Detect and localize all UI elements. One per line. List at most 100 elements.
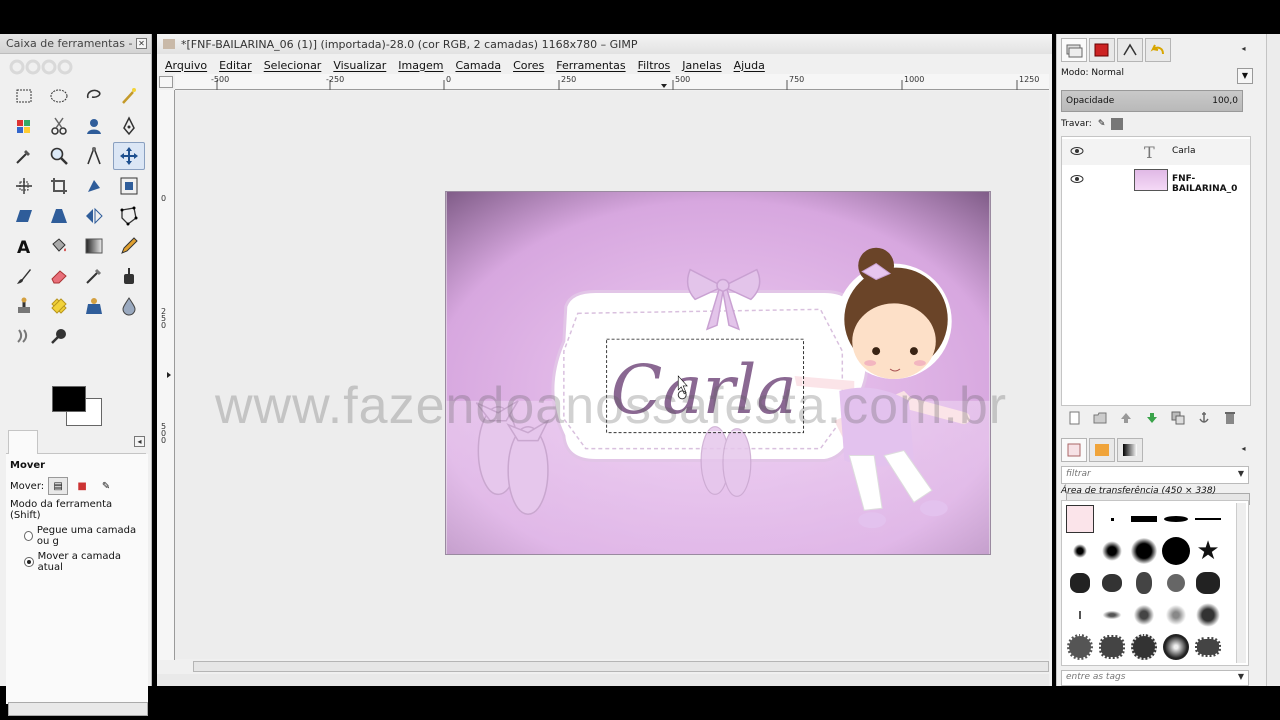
panel-menu-icon[interactable]: ◂: [134, 436, 145, 447]
brush-item[interactable]: [1128, 631, 1160, 663]
menu-visualizar[interactable]: Visualizar: [333, 59, 386, 72]
radio-move-active-layer[interactable]: [24, 557, 34, 567]
brush-item[interactable]: [1128, 535, 1160, 567]
menu-selecionar[interactable]: Selecionar: [264, 59, 322, 72]
brush-item[interactable]: [1064, 535, 1096, 567]
undo-tab-icon[interactable]: [1145, 38, 1171, 62]
layer-row[interactable]: FNF-BAILARINA_0: [1062, 167, 1250, 194]
menu-editar[interactable]: Editar: [219, 59, 252, 72]
channels-tab-icon[interactable]: [1089, 38, 1115, 62]
brushes-scrollbar[interactable]: [1236, 503, 1246, 663]
color-swatches[interactable]: [52, 386, 108, 430]
paths-icon[interactable]: [113, 112, 145, 140]
opacity-slider[interactable]: Opacidade 100,0: [1061, 90, 1243, 112]
delete-layer-icon[interactable]: [1221, 410, 1239, 426]
raise-layer-icon[interactable]: [1117, 410, 1135, 426]
radio-row-1[interactable]: Pegue uma camada ou g: [6, 523, 148, 549]
color-picker-icon[interactable]: [8, 142, 40, 170]
move-icon[interactable]: [113, 142, 145, 170]
fuzzy-select-icon[interactable]: [113, 82, 145, 110]
brush-item[interactable]: [1160, 567, 1192, 599]
brush-item[interactable]: [1064, 567, 1096, 599]
eye-icon[interactable]: [1070, 173, 1084, 185]
brush-item[interactable]: [1096, 599, 1128, 631]
lock-pixels-icon[interactable]: ✎: [1098, 119, 1106, 129]
menu-arquivo[interactable]: Arquivo: [165, 59, 207, 72]
brush-item[interactable]: [1064, 599, 1096, 631]
foreground-select-icon[interactable]: [78, 112, 110, 140]
menu-cores[interactable]: Cores: [513, 59, 544, 72]
zoom-icon[interactable]: [43, 142, 75, 170]
image-canvas[interactable]: Carla: [445, 191, 991, 555]
tool-options-tab[interactable]: [8, 430, 38, 454]
pencil-icon[interactable]: [113, 232, 145, 260]
brush-item[interactable]: [1096, 503, 1128, 535]
brushes-menu-icon[interactable]: ◂: [1238, 444, 1249, 455]
lower-layer-icon[interactable]: [1143, 410, 1161, 426]
brush-item[interactable]: [1128, 503, 1160, 535]
blur-icon[interactable]: [113, 292, 145, 320]
brush-item[interactable]: [1192, 567, 1224, 599]
brush-item[interactable]: [1160, 599, 1192, 631]
new-layer-icon[interactable]: [1065, 410, 1083, 426]
dock-vertical-scrollbar[interactable]: [1266, 34, 1280, 686]
patterns-tab-icon[interactable]: [1089, 438, 1115, 462]
brush-item[interactable]: [1192, 599, 1224, 631]
lock-alpha-icon[interactable]: [1111, 118, 1124, 130]
blend-icon[interactable]: [78, 232, 110, 260]
brush-item[interactable]: [1064, 631, 1096, 663]
brushes-tab-icon[interactable]: [1061, 438, 1087, 462]
chevron-down-icon[interactable]: ▼: [1238, 672, 1244, 681]
bucket-fill-icon[interactable]: [43, 232, 75, 260]
eye-icon[interactable]: [1070, 145, 1084, 157]
scissors-icon[interactable]: [43, 112, 75, 140]
crop-icon[interactable]: [43, 172, 75, 200]
rotate-icon[interactable]: [78, 172, 110, 200]
foreground-color[interactable]: [52, 386, 86, 412]
menu-imagem[interactable]: Imagem: [398, 59, 443, 72]
smudge-icon[interactable]: [8, 322, 40, 350]
brush-item[interactable]: [1128, 599, 1160, 631]
menu-ajuda[interactable]: Ajuda: [734, 59, 765, 72]
toolbox-scrollbar[interactable]: [8, 702, 148, 716]
ink-icon[interactable]: [113, 262, 145, 290]
dock-menu-icon[interactable]: ◂: [1238, 44, 1249, 55]
perspective-clone-icon[interactable]: [78, 292, 110, 320]
brush-filter-input[interactable]: filtrar ▼: [1061, 466, 1249, 484]
brush-item[interactable]: [1192, 631, 1224, 663]
brush-clipboard[interactable]: [1064, 503, 1096, 535]
eraser-icon[interactable]: [43, 262, 75, 290]
brush-item[interactable]: [1096, 535, 1128, 567]
anchor-layer-icon[interactable]: [1195, 410, 1213, 426]
radio-row-2[interactable]: Mover a camada atual: [6, 549, 148, 575]
brush-item[interactable]: [1096, 631, 1128, 663]
color-select-icon[interactable]: [8, 112, 40, 140]
measure-icon[interactable]: [78, 142, 110, 170]
menu-camada[interactable]: Camada: [455, 59, 501, 72]
airbrush-icon[interactable]: [78, 262, 110, 290]
tags-input[interactable]: entre as tags ▼: [1061, 670, 1249, 686]
dodge-burn-icon[interactable]: [43, 322, 75, 350]
menu-ferramentas[interactable]: Ferramentas: [556, 59, 625, 72]
chevron-down-icon[interactable]: ▼: [1238, 469, 1244, 478]
brush-item[interactable]: [1160, 503, 1192, 535]
heal-icon[interactable]: [43, 292, 75, 320]
align-icon[interactable]: [8, 172, 40, 200]
layer-row[interactable]: T Carla: [1062, 139, 1250, 165]
gradients-tab-icon[interactable]: [1117, 438, 1143, 462]
free-select-icon[interactable]: [78, 82, 110, 110]
duplicate-layer-icon[interactable]: [1169, 410, 1187, 426]
chevron-down-icon[interactable]: ▼: [1237, 68, 1253, 84]
brush-item[interactable]: [1160, 631, 1192, 663]
clone-icon[interactable]: [8, 292, 40, 320]
scale-icon[interactable]: [113, 172, 145, 200]
layers-tab-icon[interactable]: [1061, 38, 1087, 62]
new-group-icon[interactable]: [1091, 410, 1109, 426]
menu-filtros[interactable]: Filtros: [638, 59, 671, 72]
move-selection-button[interactable]: ■: [72, 477, 92, 495]
flip-icon[interactable]: [78, 202, 110, 230]
text-icon[interactable]: A: [8, 232, 40, 260]
paths-tab-icon[interactable]: [1117, 38, 1143, 62]
star-icon[interactable]: ★: [1192, 535, 1224, 567]
close-icon[interactable]: ✕: [136, 38, 147, 49]
